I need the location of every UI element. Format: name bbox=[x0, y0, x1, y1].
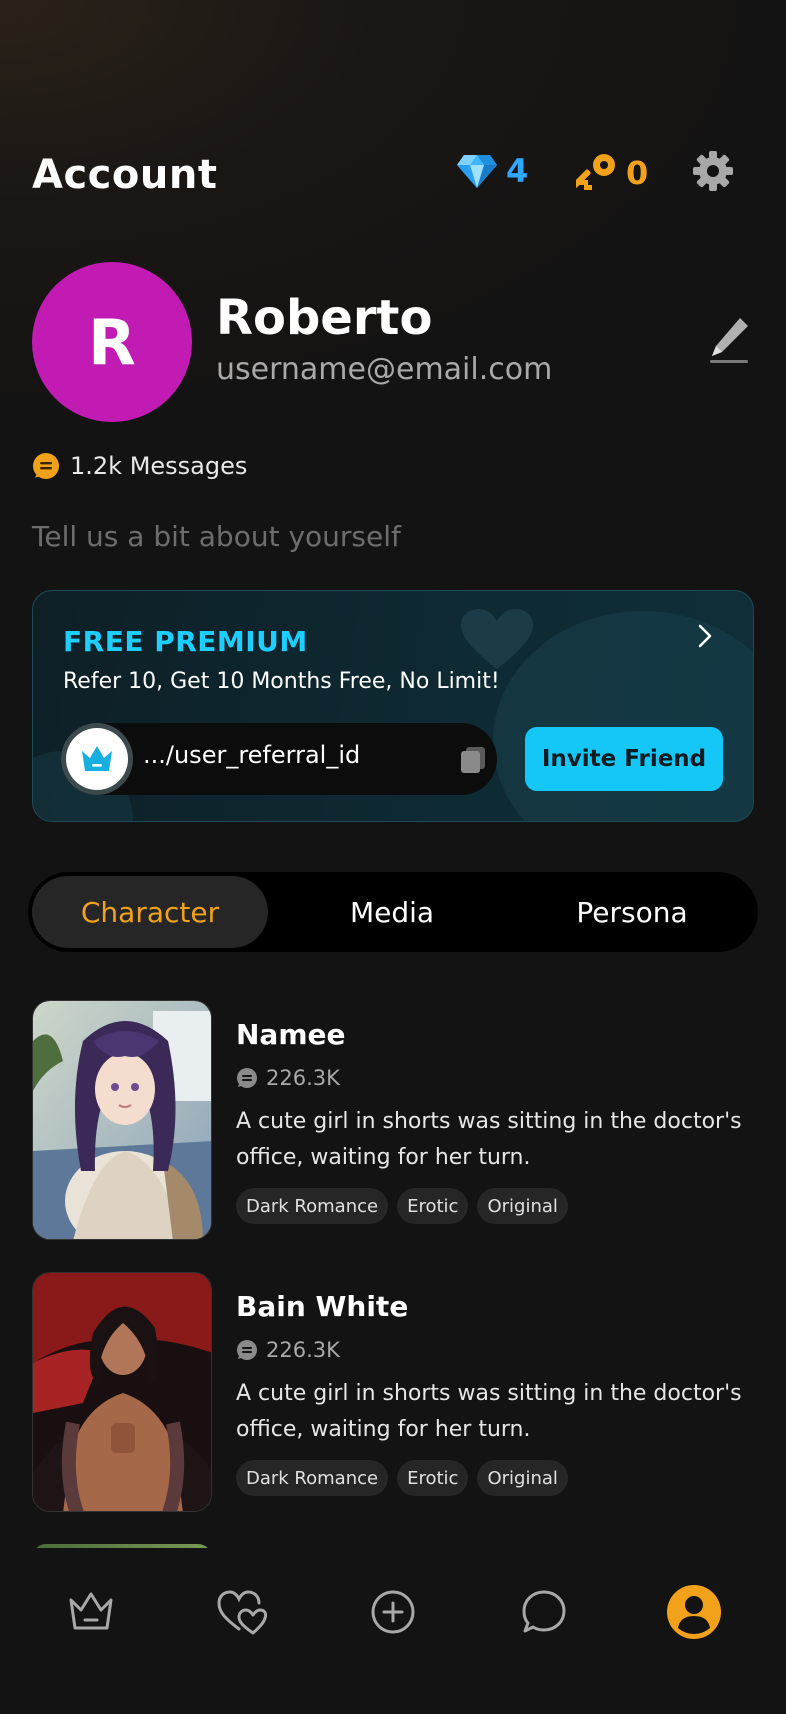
character-name: Bain White bbox=[236, 1290, 409, 1323]
diamond-icon bbox=[457, 155, 497, 188]
key-icon bbox=[576, 154, 615, 190]
count-value: 226.3K bbox=[266, 1338, 340, 1362]
tab-character[interactable]: Character bbox=[32, 876, 268, 948]
tag[interactable]: Dark Romance bbox=[236, 1460, 389, 1496]
tag[interactable]: Erotic bbox=[397, 1460, 469, 1496]
settings-button[interactable] bbox=[692, 150, 740, 198]
tab-media[interactable]: Media bbox=[274, 876, 510, 948]
bio-field[interactable]: Tell us a bit about yourself bbox=[32, 520, 401, 553]
message-bubble-icon bbox=[237, 1068, 257, 1088]
profile-email: username@email.com bbox=[216, 352, 553, 387]
character-message-count: 226.3K bbox=[236, 1066, 340, 1090]
header: Account 4 0 bbox=[32, 148, 754, 204]
page-title: Account bbox=[32, 152, 218, 198]
messages-stat: 1.2k Messages bbox=[32, 452, 247, 480]
character-card[interactable]: Bain White 226.3K A cute girl in shorts … bbox=[32, 1272, 754, 1512]
tag[interactable]: Dark Romance bbox=[236, 1188, 389, 1224]
premium-badge bbox=[61, 723, 133, 795]
referral-link: .../user_referral_id bbox=[143, 741, 361, 769]
referral-link-field[interactable]: .../user_referral_id bbox=[61, 723, 497, 795]
nav-favorites[interactable] bbox=[212, 1582, 272, 1642]
character-description: A cute girl in shorts was sitting in the… bbox=[236, 1381, 742, 1442]
avatar[interactable]: R bbox=[32, 262, 192, 422]
tab-persona[interactable]: Persona bbox=[514, 876, 750, 948]
referral-card[interactable]: FREE PREMIUM Refer 10, Get 10 Months Fre… bbox=[32, 590, 754, 822]
crown-icon bbox=[82, 746, 112, 771]
content-tabs: Character Media Persona bbox=[28, 872, 758, 952]
message-bubble-icon bbox=[237, 1340, 257, 1360]
nav-create[interactable] bbox=[363, 1582, 423, 1642]
character-tags: Dark Romance Erotic Original bbox=[236, 1188, 577, 1224]
nav-profile[interactable] bbox=[664, 1582, 724, 1642]
tag[interactable]: Original bbox=[477, 1460, 568, 1496]
keys-count: 0 bbox=[626, 154, 649, 192]
gems-count: 4 bbox=[506, 152, 529, 190]
referral-title: FREE PREMIUM bbox=[63, 625, 308, 658]
gems-counter[interactable]: 4 bbox=[456, 152, 528, 190]
crown-icon bbox=[69, 1592, 113, 1630]
chevron-right-icon[interactable] bbox=[693, 621, 717, 651]
copy-icon[interactable] bbox=[459, 745, 487, 775]
bottom-nav bbox=[0, 1548, 786, 1714]
plus-circle-icon bbox=[371, 1590, 415, 1634]
character-name: Namee bbox=[236, 1018, 346, 1051]
invite-friend-button[interactable]: Invite Friend bbox=[525, 727, 723, 791]
character-tags: Dark Romance Erotic Original bbox=[236, 1460, 577, 1496]
character-message-count: 226.3K bbox=[236, 1338, 340, 1362]
keys-counter[interactable]: 0 bbox=[576, 152, 648, 194]
heart-decoration-icon bbox=[461, 609, 533, 669]
chat-icon bbox=[522, 1590, 566, 1633]
gear-icon bbox=[693, 151, 733, 191]
character-thumbnail bbox=[32, 1272, 212, 1512]
character-thumbnail bbox=[32, 1000, 212, 1240]
character-description: A cute girl in shorts was sitting in the… bbox=[236, 1109, 742, 1170]
message-bubble-icon bbox=[33, 453, 59, 479]
profile-name: Roberto bbox=[216, 290, 433, 346]
hearts-icon bbox=[217, 1590, 267, 1635]
messages-count: 1.2k Messages bbox=[70, 452, 248, 480]
count-value: 226.3K bbox=[266, 1066, 340, 1090]
character-card[interactable]: Namee 226.3K A cute girl in shorts was s… bbox=[32, 1000, 754, 1240]
edit-profile-button[interactable] bbox=[708, 316, 752, 366]
referral-subtitle: Refer 10, Get 10 Months Free, No Limit! bbox=[63, 669, 500, 694]
nav-crown[interactable] bbox=[61, 1582, 121, 1642]
nav-chat[interactable] bbox=[514, 1582, 574, 1642]
tag[interactable]: Original bbox=[477, 1188, 568, 1224]
profile-icon bbox=[667, 1585, 721, 1639]
pencil-icon bbox=[710, 318, 748, 363]
tag[interactable]: Erotic bbox=[397, 1188, 469, 1224]
